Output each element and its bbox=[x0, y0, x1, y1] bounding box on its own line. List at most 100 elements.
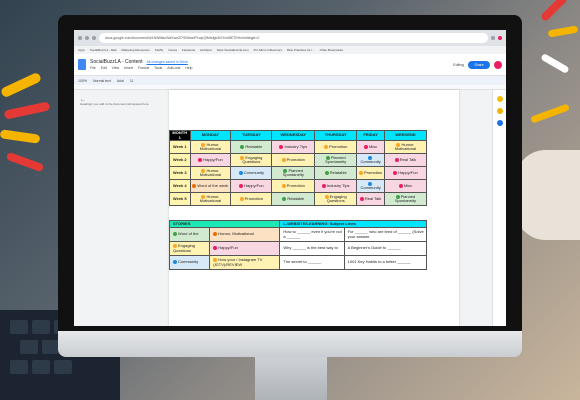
menu-item-format[interactable]: Format bbox=[138, 66, 149, 70]
calendar-cell[interactable]: Misc bbox=[356, 140, 385, 155]
calendar-cell[interactable]: Industry Tips bbox=[271, 140, 316, 155]
menu-item-insert[interactable]: Insert bbox=[124, 66, 133, 70]
stories-cell[interactable]: Word of the bbox=[168, 227, 211, 242]
docs-logo-icon[interactable] bbox=[78, 59, 86, 70]
back-icon[interactable] bbox=[78, 36, 82, 40]
extension-icon[interactable] bbox=[491, 36, 495, 40]
calendar-cell-text: Industry Tips bbox=[326, 182, 350, 188]
bookmark-item[interactable]: Marketing Resources bbox=[121, 48, 149, 52]
profile-icon[interactable] bbox=[498, 36, 502, 40]
calendar-cell[interactable]: Misc bbox=[383, 179, 428, 194]
bookmark-item[interactable]: SLMG bbox=[155, 48, 164, 52]
stories-cell[interactable]: Why ______ is the best way to bbox=[279, 241, 345, 256]
calendar-cell[interactable]: Community bbox=[356, 153, 385, 168]
stories-cell[interactable]: Engaging Questions bbox=[168, 241, 211, 256]
menu-item-help[interactable]: Help bbox=[185, 66, 192, 70]
calendar-cell[interactable]: Promotion bbox=[230, 192, 273, 207]
calendar-cell[interactable]: Promotion bbox=[356, 166, 385, 181]
week-label: Week 5 bbox=[169, 192, 191, 207]
bookmark-item[interactable]: Best Practices for I... bbox=[287, 48, 315, 52]
calendar-cell[interactable]: Engaging Questions bbox=[314, 192, 358, 207]
category-emoji-icon bbox=[239, 196, 244, 201]
stories-cell[interactable]: Community bbox=[168, 255, 211, 270]
calendar-cell-text: Misc bbox=[368, 143, 378, 149]
calendar-cell[interactable]: Promotion bbox=[271, 179, 316, 194]
document-page[interactable]: MONTH 1 MONDAY TUESDAY WEDNESDAY THURSDAY FRI… bbox=[168, 90, 459, 326]
week-label: Week 3 bbox=[169, 166, 191, 181]
bookmark-item[interactable]: Facebook bbox=[182, 48, 195, 52]
calendar-icon[interactable] bbox=[496, 96, 503, 102]
keep-icon[interactable] bbox=[496, 108, 503, 114]
forward-icon[interactable] bbox=[85, 36, 89, 40]
calendar-cell[interactable]: Humor, Motivational bbox=[189, 140, 232, 155]
calendar-cell[interactable]: Word of the week bbox=[189, 179, 232, 194]
document-title[interactable]: SocialBuzzLA - Content bbox=[90, 59, 143, 65]
subject-lines-header: L-WEBSITE/LEARNING: Subject Lines bbox=[279, 220, 427, 228]
calendar-cell[interactable]: Community bbox=[230, 166, 273, 181]
calendar-cell[interactable]: Humor, Motivational bbox=[383, 140, 428, 155]
calendar-cell[interactable]: Planned Spontaneity bbox=[314, 153, 358, 168]
bookmark-item[interactable]: Apps bbox=[78, 48, 85, 52]
calendar-cell-text: Real Talk bbox=[399, 156, 417, 162]
menu-item-tools[interactable]: Tools bbox=[154, 66, 162, 70]
calendar-header-cell: THURSDAY bbox=[314, 129, 358, 142]
reload-icon[interactable] bbox=[92, 36, 96, 40]
tasks-icon[interactable] bbox=[496, 120, 503, 126]
calendar-cell[interactable]: Relatable bbox=[271, 192, 316, 207]
calendar-cell[interactable]: Promotion bbox=[314, 140, 358, 155]
calendar-row: Week 2 Happy/Fun Engaging Questions Promoti… bbox=[169, 153, 428, 168]
share-button[interactable]: Share bbox=[468, 60, 490, 69]
stories-header: STORIES bbox=[168, 220, 281, 228]
toolbar-control[interactable]: Arial bbox=[117, 79, 124, 83]
calendar-cell[interactable]: Relatable bbox=[230, 140, 273, 155]
stories-cell[interactable]: How to ______ even if you're not a _____… bbox=[279, 227, 345, 242]
calendar-cell[interactable]: Industry Tips bbox=[314, 179, 358, 194]
calendar-cell[interactable]: Humor, Motivational bbox=[189, 192, 232, 207]
stories-cell[interactable]: How your / Instagram TV (IGTV)/REVIEW bbox=[209, 255, 281, 270]
stories-cell[interactable]: Happy/Fun bbox=[209, 241, 281, 256]
bookmark-item[interactable]: Canva bbox=[168, 48, 177, 52]
calendar-cell-text: Community bbox=[360, 159, 381, 165]
calendar-cell[interactable]: Humor, Motivational bbox=[189, 166, 232, 181]
calendar-cell[interactable]: Planned Spontaneity bbox=[271, 166, 316, 181]
address-bar[interactable]: docs.google.com/document/d/1NWMacSdrKwzZ… bbox=[99, 33, 488, 43]
calendar-cell[interactable]: Community bbox=[356, 179, 385, 194]
calendar-cell[interactable]: Relatable bbox=[314, 166, 358, 181]
menu-item-file[interactable]: File bbox=[90, 66, 96, 70]
stories-cell[interactable]: Humor, Motivational bbox=[209, 227, 281, 242]
bookmark-item[interactable]: HubSpot bbox=[200, 48, 212, 52]
menu-item-edit[interactable]: Edit bbox=[101, 66, 107, 70]
calendar-cell[interactable]: Planned Spontaneity bbox=[383, 192, 428, 207]
calendar-cell[interactable]: Happy/Fun bbox=[230, 179, 273, 194]
stories-cell[interactable]: For ______ who are tired of ______ (Solv… bbox=[343, 227, 428, 242]
bookmark-item[interactable]: https://socialbuzzla.com bbox=[217, 48, 249, 52]
category-emoji-icon bbox=[173, 260, 177, 265]
calendar-header-cell: MONTH 1 bbox=[169, 129, 191, 142]
stories-cell[interactable]: A Beginner's Guide to ______ bbox=[343, 241, 428, 256]
last-edit-link[interactable]: All changes saved in Drive bbox=[147, 60, 188, 64]
monitor-stand bbox=[255, 355, 327, 400]
calendar-cell-text: Happy/Fun bbox=[203, 156, 223, 162]
toolbar-control[interactable]: 100% bbox=[78, 79, 87, 83]
calendar-cell[interactable]: Engaging Questions bbox=[230, 153, 273, 168]
menu-item-view[interactable]: View bbox=[112, 66, 120, 70]
bookmark-item[interactable]: SocialBuzzLA - Mail bbox=[90, 48, 117, 52]
document-canvas: ← Headings you add to the document will … bbox=[74, 90, 506, 326]
calendar-cell[interactable]: Real Talk bbox=[383, 153, 428, 168]
stories-cell[interactable]: The secret to ______ bbox=[279, 255, 345, 270]
stories-cell-text: For ______ who are tired of ______ (Solv… bbox=[347, 228, 424, 239]
avatar[interactable] bbox=[494, 60, 502, 69]
bookmark-item[interactable]: Other Bookmarks bbox=[320, 48, 343, 52]
editing-mode[interactable]: Editing bbox=[453, 63, 464, 67]
stories-cell-text: How to ______ even if you're not a _____… bbox=[283, 228, 342, 239]
stories-cell[interactable]: 1001 Key Habits to a better ______ bbox=[343, 255, 428, 270]
calendar-cell[interactable]: Happy/Fun bbox=[383, 166, 428, 181]
calendar-cell[interactable]: Promotion bbox=[271, 153, 316, 168]
calendar-cell[interactable]: Real Talk bbox=[356, 192, 385, 207]
toolbar-control[interactable]: Normal text bbox=[93, 79, 111, 83]
menu-item-add-ons[interactable]: Add-ons bbox=[167, 66, 180, 70]
category-emoji-icon bbox=[358, 170, 363, 175]
calendar-cell[interactable]: Happy/Fun bbox=[189, 153, 232, 168]
toolbar-control[interactable]: 11 bbox=[130, 79, 134, 83]
bookmark-item[interactable]: Pro Micro Influencers bbox=[254, 48, 282, 52]
